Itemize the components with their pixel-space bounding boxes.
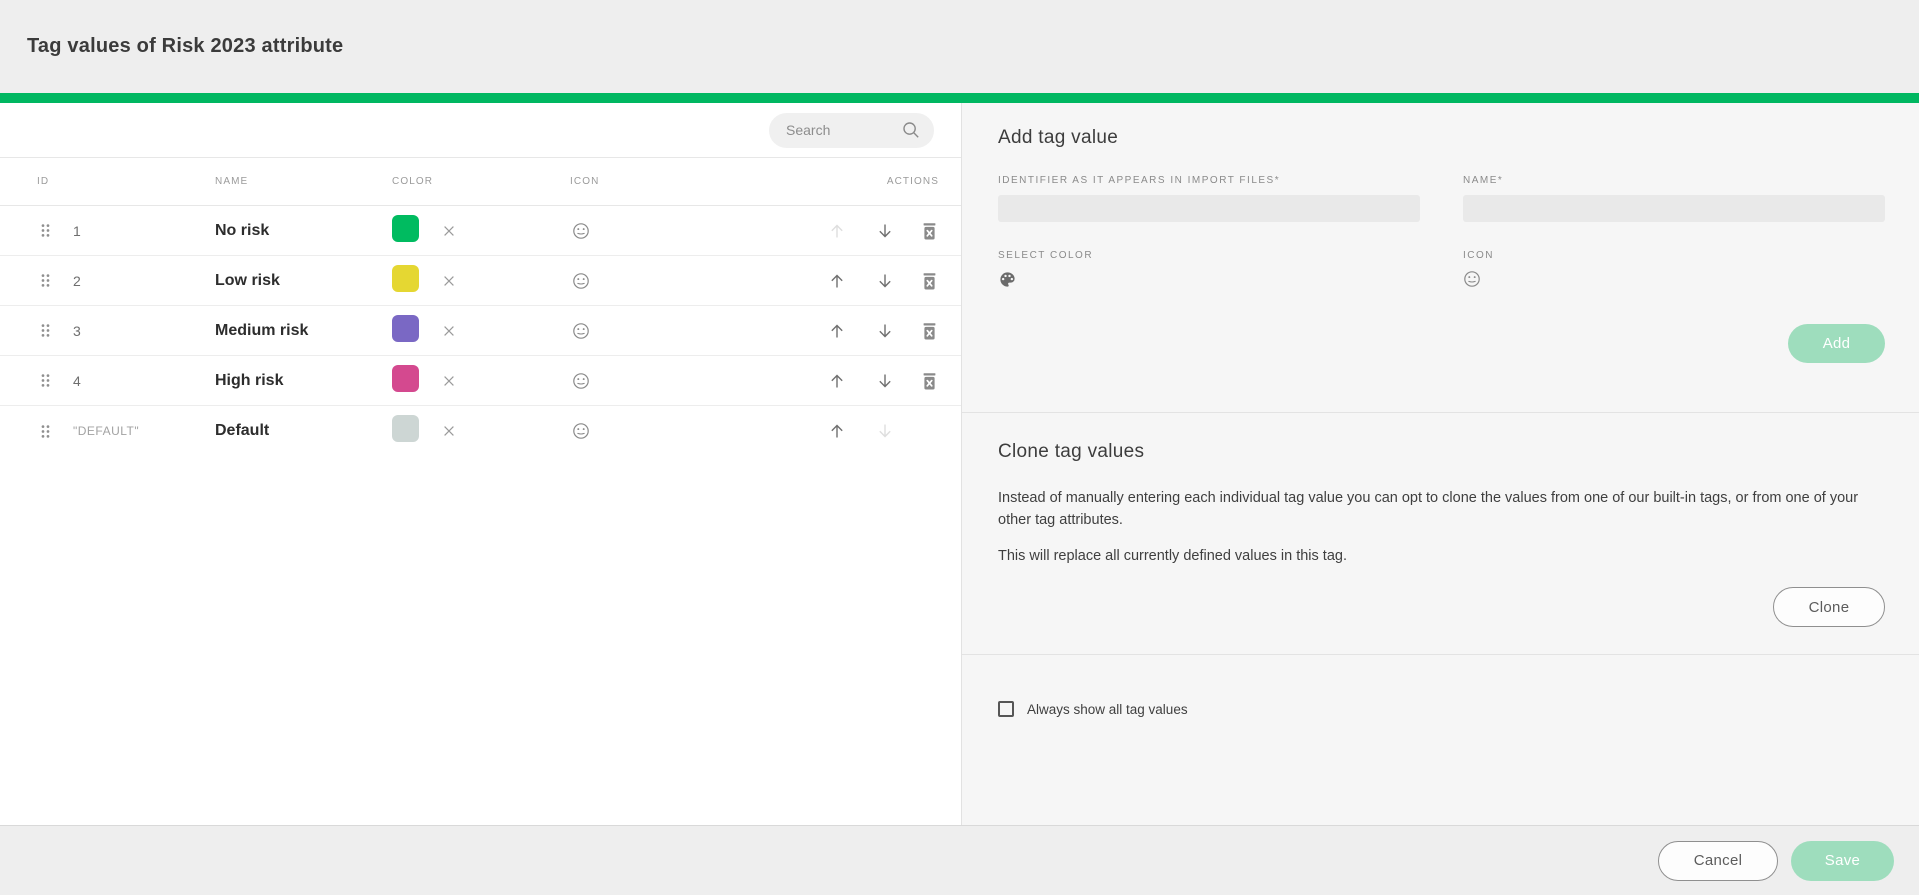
always-show-option[interactable]: Always show all tag values [998,701,1188,717]
clone-section-title: Clone tag values [998,441,1885,463]
color-swatch[interactable] [392,365,419,392]
tag-values-dialog: Tag values of Risk 2023 attribute ID NAM… [0,0,1919,895]
delete-icon[interactable] [922,372,937,390]
dialog-header: Tag values of Risk 2023 attribute [0,0,1919,93]
clear-color-icon[interactable] [442,324,456,338]
table-row: "DEFAULT" Default [0,406,961,456]
row-name: High risk [215,372,392,390]
options-section: Always show all tag values [962,655,1919,825]
identifier-input[interactable] [998,195,1420,222]
row-id: 1 [73,223,215,239]
table-row: 3 Medium risk [0,306,961,356]
color-swatch[interactable] [392,315,419,342]
clear-color-icon[interactable] [442,424,456,438]
table-row: 1 No risk [0,206,961,256]
always-show-checkbox[interactable] [998,701,1014,717]
row-name: No risk [215,222,392,240]
row-id: 2 [73,273,215,289]
search-input[interactable] [786,122,902,138]
icon-label: ICON [1463,250,1885,261]
clear-color-icon[interactable] [442,224,456,238]
table-row: 4 High risk [0,356,961,406]
name-label: NAME* [1463,175,1885,186]
move-up-icon[interactable] [827,271,847,291]
search-row [0,103,961,158]
name-input[interactable] [1463,195,1885,222]
clone-description-1: Instead of manually entering each indivi… [998,487,1885,531]
always-show-label: Always show all tag values [1027,702,1188,717]
add-section-title: Add tag value [998,127,1885,149]
row-id: "DEFAULT" [73,424,215,438]
move-up-icon[interactable] [827,421,847,441]
row-icon-picker-icon[interactable] [572,272,590,290]
column-header-actions: ACTIONS [740,176,961,187]
table-body: 1 No risk [0,206,961,825]
delete-icon[interactable] [922,272,937,290]
add-tag-value-section: Add tag value IDENTIFIER AS IT APPEARS I… [962,103,1919,413]
color-swatch[interactable] [392,265,419,292]
move-up-icon[interactable] [827,321,847,341]
drag-handle-icon[interactable] [40,273,51,288]
color-swatch[interactable] [392,215,419,242]
drag-handle-icon[interactable] [40,373,51,388]
move-up-icon[interactable] [827,371,847,391]
column-header-id: ID [0,176,215,187]
smiley-icon [1463,270,1481,288]
row-id: 3 [73,323,215,339]
row-icon-picker-icon[interactable] [572,322,590,340]
dialog-footer: Cancel Save [0,825,1919,895]
dialog-body: ID NAME COLOR ICON ACTIONS 1 No risk [0,103,1919,825]
row-id: 4 [73,373,215,389]
row-name: Low risk [215,272,392,290]
accent-bar [0,93,1919,103]
delete-icon[interactable] [922,322,937,340]
search-box[interactable] [769,113,934,148]
add-button[interactable]: Add [1788,324,1885,363]
clone-description-2: This will replace all currently defined … [998,545,1885,567]
move-down-icon[interactable] [875,421,895,441]
move-down-icon[interactable] [875,371,895,391]
delete-icon[interactable] [922,222,937,240]
clear-color-icon[interactable] [442,274,456,288]
search-icon [902,121,920,139]
move-up-icon[interactable] [827,221,847,241]
table-row: 2 Low risk [0,256,961,306]
move-down-icon[interactable] [875,271,895,291]
row-name: Default [215,422,392,440]
table-header: ID NAME COLOR ICON ACTIONS [0,158,961,206]
clone-button[interactable]: Clone [1773,587,1885,627]
palette-icon [998,270,1017,289]
color-picker-button[interactable] [998,270,1017,289]
clear-color-icon[interactable] [442,374,456,388]
row-name: Medium risk [215,322,392,340]
row-icon-picker-icon[interactable] [572,372,590,390]
page-title: Tag values of Risk 2023 attribute [27,35,343,58]
side-panel: Add tag value IDENTIFIER AS IT APPEARS I… [962,103,1919,825]
column-header-name: NAME [215,176,392,187]
drag-handle-icon[interactable] [40,323,51,338]
drag-handle-icon[interactable] [40,223,51,238]
clone-tag-values-section: Clone tag values Instead of manually ent… [962,413,1919,655]
column-header-color: COLOR [392,176,570,187]
row-icon-picker-icon[interactable] [572,222,590,240]
tag-values-table-pane: ID NAME COLOR ICON ACTIONS 1 No risk [0,103,962,825]
save-button[interactable]: Save [1791,841,1894,881]
move-down-icon[interactable] [875,321,895,341]
cancel-button[interactable]: Cancel [1658,841,1778,881]
identifier-label: IDENTIFIER AS IT APPEARS IN IMPORT FILES… [998,175,1420,186]
select-color-label: SELECT COLOR [998,250,1420,261]
icon-picker-button[interactable] [1463,270,1481,288]
column-header-icon: ICON [570,176,740,187]
drag-handle-icon[interactable] [40,424,51,439]
move-down-icon[interactable] [875,221,895,241]
color-swatch[interactable] [392,415,419,442]
row-icon-picker-icon[interactable] [572,422,590,440]
